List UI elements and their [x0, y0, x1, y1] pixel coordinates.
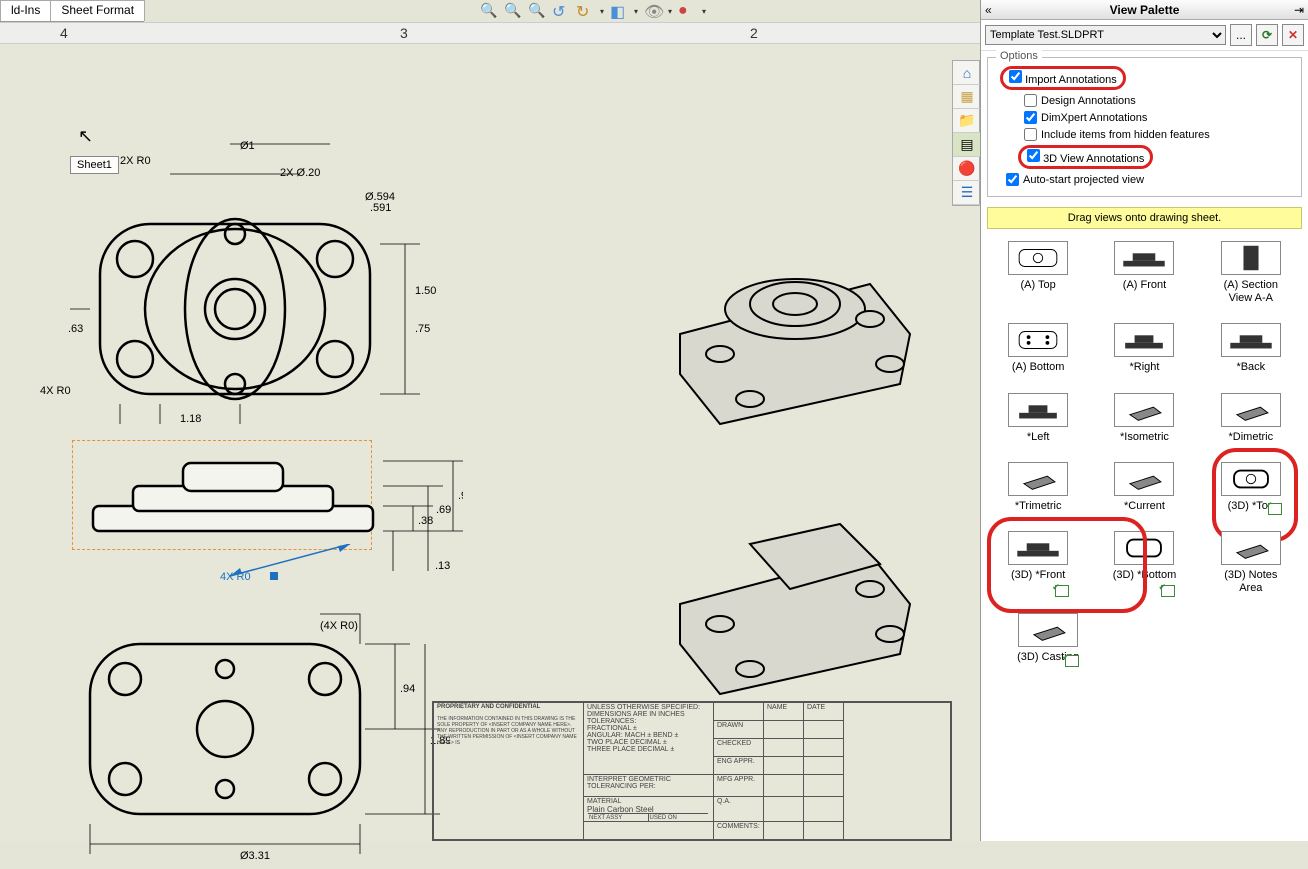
ruler-3: 3 — [400, 25, 408, 41]
tab-addins[interactable]: ld-Ins — [0, 0, 51, 21]
iso-view-2[interactable] — [640, 464, 940, 714]
view-grid: (A) Top (A) Front (A) Section View A-A (… — [981, 233, 1308, 841]
view-trimetric[interactable]: *Trimetric — [993, 462, 1083, 513]
blue-leader: 4X R0 — [220, 544, 380, 594]
highlight-3d-front-bottom — [987, 517, 1147, 613]
highlight-3dview: 3D View Annotations — [1018, 145, 1153, 169]
svg-text:.94: .94 — [400, 683, 415, 695]
view-3d-casting[interactable]: (3D) Casting — [1003, 613, 1093, 664]
front-view-selected[interactable]: .94 .69 .38 .13 — [72, 440, 372, 550]
home-icon[interactable]: ⌂ — [953, 61, 981, 85]
view-palette-icon[interactable]: ▤ — [953, 133, 981, 157]
library-icon[interactable]: ▦ — [953, 85, 981, 109]
svg-text:Ø3.31: Ø3.31 — [240, 850, 270, 862]
close-button[interactable]: ✕ — [1282, 24, 1304, 46]
zoom-fit-icon[interactable]: 🔍 — [480, 2, 498, 20]
tab-sheet-format[interactable]: Sheet Format — [50, 0, 145, 21]
view-a-section[interactable]: (A) Section View A-A — [1206, 241, 1296, 305]
chk-auto-start[interactable] — [1006, 173, 1019, 186]
svg-text:Ø.594.591: Ø.594.591 — [365, 191, 395, 214]
view-current[interactable]: *Current — [1099, 462, 1189, 513]
svg-text:2X R0: 2X R0 — [120, 155, 151, 167]
dropdown-3[interactable]: ▾ — [668, 7, 672, 16]
chk-import-annotations[interactable] — [1009, 70, 1022, 83]
view-a-top[interactable]: (A) Top — [993, 241, 1083, 305]
browse-button[interactable]: ... — [1230, 24, 1252, 46]
view-toolbar: 🔍 🔍 🔍 ↺ ↻ ▾ ◧ ▾ 👁 ▾ ● ▾ — [480, 2, 706, 20]
view-a-front[interactable]: (A) Front — [1099, 241, 1189, 305]
zoom-area-icon[interactable]: 🔍 — [504, 2, 522, 20]
svg-text:1.18: 1.18 — [180, 413, 201, 424]
chk-dimxpert-annotations[interactable] — [1024, 111, 1037, 124]
file-row: Template Test.SLDPRT ... ⟳ ✕ — [981, 20, 1308, 51]
chk-hidden-features[interactable] — [1024, 128, 1037, 141]
hide-show-icon[interactable]: 👁 — [644, 2, 662, 20]
svg-text:4X R0: 4X R0 — [40, 385, 71, 397]
view-dimetric[interactable]: *Dimetric — [1206, 393, 1296, 444]
svg-text:.69: .69 — [436, 504, 451, 516]
title-block: PROPRIETARY AND CONFIDENTIAL THE INFORMA… — [432, 701, 952, 841]
task-pane-tabs: ⌂ ▦ 📁 ▤ 🔴 ☰ — [952, 60, 980, 206]
dropdown-4[interactable]: ▾ — [702, 7, 706, 16]
view-left[interactable]: *Left — [993, 393, 1083, 444]
view-3d-notes[interactable]: (3D) Notes Area — [1206, 531, 1296, 595]
badge-icon — [1065, 655, 1079, 667]
svg-text:(4X R0): (4X R0) — [320, 620, 358, 632]
svg-text:4X R0: 4X R0 — [220, 571, 251, 583]
drawing-canvas[interactable]: ↖ Sheet1 — [0, 44, 980, 841]
bottom-view[interactable]: (4X R0) .94 1.89 Ø3.31 — [70, 604, 430, 864]
svg-text:.75: .75 — [415, 323, 430, 335]
folder-icon[interactable]: 📁 — [953, 109, 981, 133]
view-palette-panel: « View Palette ⇥ Template Test.SLDPRT ..… — [980, 0, 1308, 841]
top-view[interactable]: 2X R0 Ø1 2X Ø.20 Ø.594.591 1.50 .75 .63 … — [30, 104, 460, 424]
svg-text:.38: .38 — [418, 515, 433, 527]
panel-header: « View Palette ⇥ — [981, 0, 1308, 20]
iso-view-1[interactable] — [640, 194, 940, 444]
file-select[interactable]: Template Test.SLDPRT — [985, 25, 1226, 45]
ruler-4: 4 — [60, 25, 68, 41]
chk-3d-view-annotations[interactable] — [1027, 149, 1040, 162]
svg-text:.63: .63 — [68, 323, 83, 335]
pin-icon[interactable]: ⇥ — [1294, 3, 1304, 17]
options-title: Options — [996, 50, 1042, 62]
drag-hint: Drag views onto drawing sheet. — [987, 207, 1302, 229]
highlight-import: Import Annotations — [1000, 66, 1126, 90]
options-group: Options Import Annotations Design Annota… — [987, 57, 1302, 197]
highlight-3d-top — [1212, 448, 1298, 542]
svg-text:1.50: 1.50 — [415, 285, 436, 297]
display-style-icon[interactable]: ◧ — [610, 2, 628, 20]
refresh-button[interactable]: ⟳ — [1256, 24, 1278, 46]
chk-design-annotations[interactable] — [1024, 94, 1037, 107]
horizontal-ruler: 4 3 2 — [0, 22, 980, 44]
collapse-icon[interactable]: « — [985, 3, 992, 17]
svg-text:.94: .94 — [458, 490, 463, 502]
ruler-2: 2 — [750, 25, 758, 41]
view-right[interactable]: *Right — [1099, 323, 1189, 374]
tab-bar: ld-Ins Sheet Format — [0, 0, 144, 22]
panel-title: View Palette — [1110, 3, 1180, 17]
refresh-icon[interactable]: ↻ — [576, 2, 594, 20]
zoom-prev-icon[interactable]: 🔍 — [528, 2, 546, 20]
svg-text:.13: .13 — [435, 560, 450, 572]
svg-text:Ø1: Ø1 — [240, 140, 255, 152]
dropdown-2[interactable]: ▾ — [634, 7, 638, 16]
view-back[interactable]: *Back — [1206, 323, 1296, 374]
color-icon[interactable]: ● — [678, 2, 696, 20]
rotate-icon[interactable]: ↺ — [552, 2, 570, 20]
svg-text:2X Ø.20: 2X Ø.20 — [280, 167, 320, 179]
view-isometric[interactable]: *Isometric — [1099, 393, 1189, 444]
appearances-icon[interactable]: 🔴 — [953, 157, 981, 181]
dropdown-1[interactable]: ▾ — [600, 7, 604, 16]
properties-icon[interactable]: ☰ — [953, 181, 981, 205]
view-a-bottom[interactable]: (A) Bottom — [993, 323, 1083, 374]
badge-icon — [1161, 585, 1175, 597]
